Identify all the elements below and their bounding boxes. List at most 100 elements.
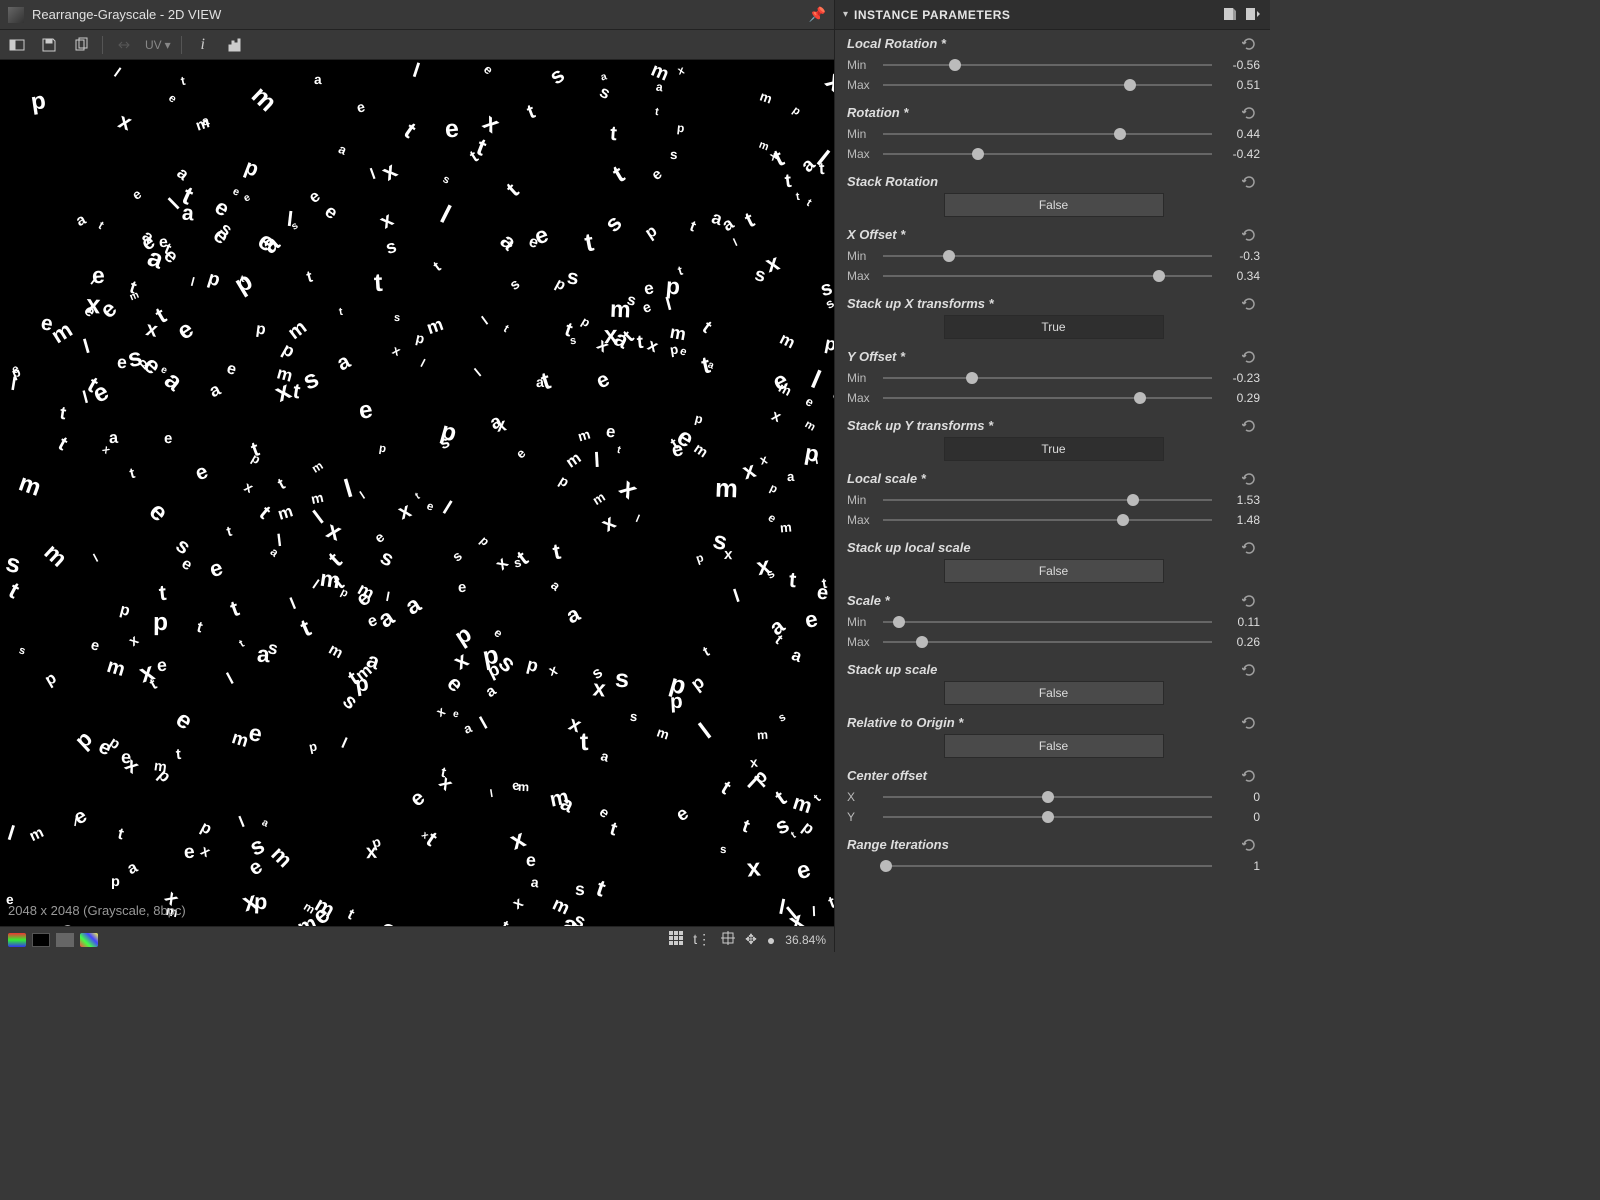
slider-val[interactable]: [883, 865, 1212, 867]
scatter-letter: m: [714, 475, 738, 505]
reset-icon[interactable]: [1242, 106, 1260, 120]
slider-thumb[interactable]: [1153, 270, 1165, 282]
slider-min[interactable]: [883, 133, 1212, 135]
scatter-letter: m: [27, 824, 47, 846]
scatter-letter: a: [483, 682, 500, 702]
reset-icon[interactable]: [1242, 594, 1260, 608]
slider-thumb[interactable]: [1114, 128, 1126, 140]
channels-icon[interactable]: [8, 933, 26, 947]
scatter-letter: e: [793, 855, 814, 886]
collapse-icon[interactable]: ▾: [843, 9, 848, 20]
scatter-letter: t: [772, 632, 786, 648]
swatch-black[interactable]: [32, 933, 50, 947]
slider-thumb[interactable]: [880, 860, 892, 872]
status-bar: t⋮ ✥ ● 36.84%: [0, 926, 834, 952]
reset-icon[interactable]: [1242, 350, 1260, 364]
slider-min[interactable]: [883, 377, 1212, 379]
scatter-letter: t: [338, 306, 343, 318]
slider-min[interactable]: [883, 621, 1212, 623]
preset-icon[interactable]: [1222, 6, 1240, 24]
toggle-stack_rotation[interactable]: False: [944, 193, 1164, 217]
save-icon[interactable]: [38, 34, 60, 56]
reset-icon[interactable]: [1242, 37, 1260, 51]
reset-icon[interactable]: [1242, 228, 1260, 242]
slider-thumb[interactable]: [916, 636, 928, 648]
info-icon[interactable]: i: [192, 34, 214, 56]
slider-max[interactable]: [883, 397, 1212, 399]
scatter-letter: s: [777, 712, 788, 726]
slider-max[interactable]: [883, 84, 1212, 86]
dock-icon[interactable]: [6, 34, 28, 56]
slider-max[interactable]: [883, 153, 1212, 155]
scatter-letter: e: [130, 186, 145, 203]
scatter-letter: m: [590, 489, 608, 508]
scatter-letter: x: [126, 632, 142, 650]
reset-icon[interactable]: [1242, 663, 1260, 677]
scatter-letter: t: [502, 323, 511, 335]
slider-thumb[interactable]: [966, 372, 978, 384]
link-icon[interactable]: [113, 34, 135, 56]
slider-thumb[interactable]: [893, 616, 905, 628]
toggle-relative_origin[interactable]: False: [944, 734, 1164, 758]
slider-min[interactable]: [883, 64, 1212, 66]
scatter-letter: t: [305, 268, 315, 288]
slider-thumb[interactable]: [1042, 811, 1054, 823]
scatter-letter: p: [111, 874, 120, 890]
reset-icon[interactable]: [1242, 175, 1260, 189]
slider-y[interactable]: [883, 816, 1212, 818]
slider-thumb[interactable]: [1127, 494, 1139, 506]
params-panel[interactable]: Local Rotation *Min-0.56Max0.51Rotation …: [835, 30, 1270, 952]
slider-thumb[interactable]: [949, 59, 961, 71]
dot-icon[interactable]: ●: [767, 932, 775, 948]
slider-label-min: Min: [847, 249, 875, 263]
slider-thumb[interactable]: [1042, 791, 1054, 803]
param-title: Stack up scale: [847, 662, 1242, 677]
move-icon[interactable]: ✥: [745, 931, 757, 948]
slider-value-min: -0.23: [1220, 371, 1260, 385]
reset-icon[interactable]: [1242, 472, 1260, 486]
slider-thumb[interactable]: [1134, 392, 1146, 404]
scatter-letter: t: [501, 178, 524, 202]
swatch-rgb[interactable]: [80, 933, 98, 947]
slider-thumb[interactable]: [1124, 79, 1136, 91]
slider-thumb[interactable]: [1117, 514, 1129, 526]
reset-icon[interactable]: [1242, 541, 1260, 555]
scatter-letter: s: [629, 709, 638, 725]
slider-thumb[interactable]: [943, 250, 955, 262]
scatter-letter: t: [804, 197, 813, 209]
slider-min[interactable]: [883, 499, 1212, 501]
histogram-icon[interactable]: [224, 34, 246, 56]
grid-icon[interactable]: [669, 931, 683, 948]
scatter-letter: e: [355, 99, 367, 116]
slider-min[interactable]: [883, 255, 1212, 257]
reset-icon[interactable]: [1242, 838, 1260, 852]
toggle-stack_scale[interactable]: False: [944, 681, 1164, 705]
pin-icon[interactable]: 📌: [809, 6, 826, 23]
param-scale: Scale *Min0.11Max0.26: [847, 593, 1260, 652]
slider-thumb[interactable]: [972, 148, 984, 160]
export-icon[interactable]: [1244, 6, 1262, 24]
toggle-stack_x[interactable]: True: [944, 315, 1164, 339]
slider-max[interactable]: [883, 641, 1212, 643]
scatter-letter: t: [789, 830, 798, 841]
slider-max[interactable]: [883, 519, 1212, 521]
uv-dropdown[interactable]: UV ▾: [145, 38, 171, 52]
reset-icon[interactable]: [1242, 419, 1260, 433]
scatter-letter: l: [91, 551, 101, 565]
crop-icon[interactable]: [721, 931, 735, 948]
slider-max[interactable]: [883, 275, 1212, 277]
scatter-letter: e: [766, 511, 780, 526]
reset-icon[interactable]: [1242, 297, 1260, 311]
swatch-gray[interactable]: [56, 933, 74, 947]
viewport-2d[interactable]: paelmaeeattesselstmeplspaampptmlxetxatsl…: [0, 60, 834, 926]
reset-icon[interactable]: [1242, 716, 1260, 730]
param-title: Stack up local scale: [847, 540, 1242, 555]
slider-value-max: 0.34: [1220, 269, 1260, 283]
slider-x[interactable]: [883, 796, 1212, 798]
scatter-letter: e: [649, 167, 666, 185]
toggle-stack_y[interactable]: True: [944, 437, 1164, 461]
copy-icon[interactable]: [70, 34, 92, 56]
toggle-stack_local_scale[interactable]: False: [944, 559, 1164, 583]
text-tile-icon[interactable]: t⋮: [693, 931, 711, 948]
reset-icon[interactable]: [1242, 769, 1260, 783]
